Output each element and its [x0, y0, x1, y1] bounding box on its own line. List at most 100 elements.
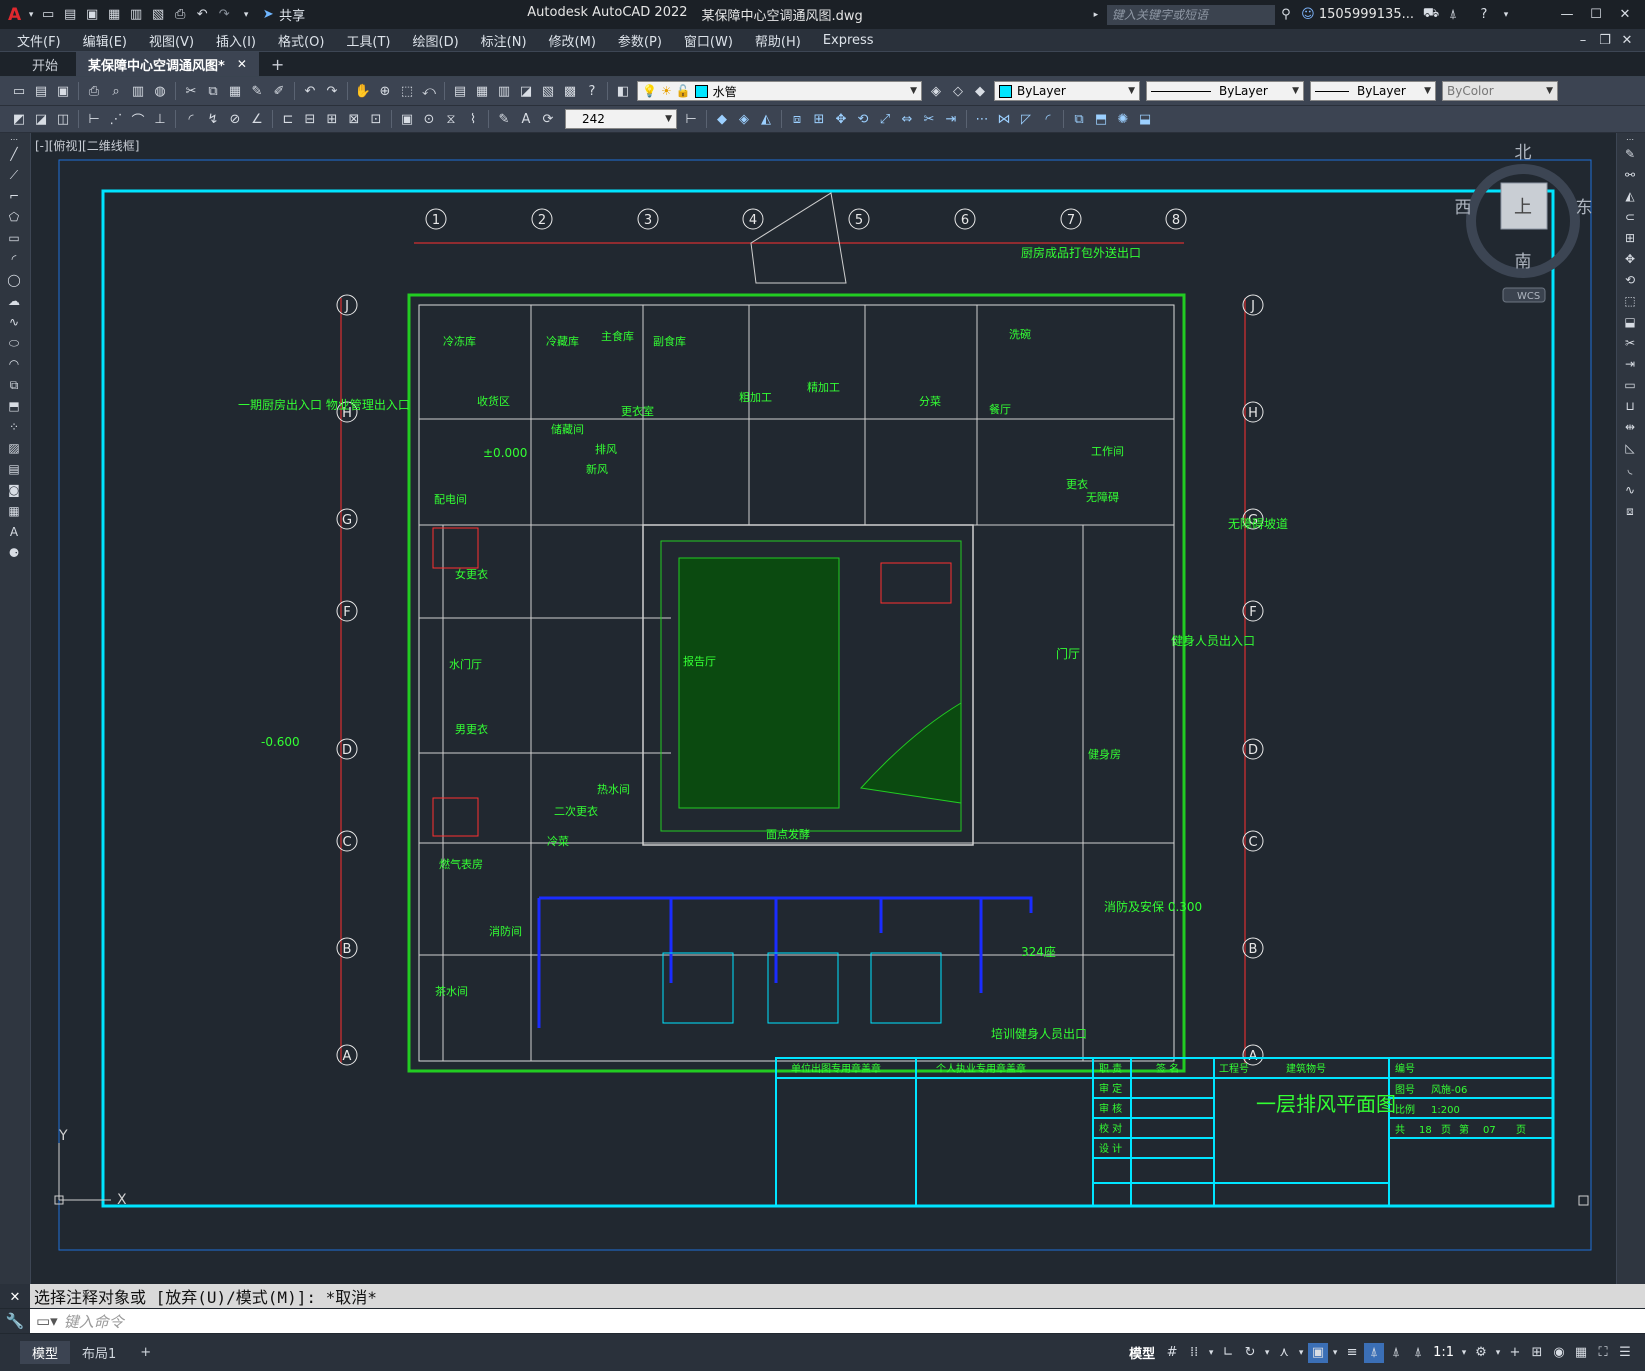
chamfer-icon[interactable]: ◸ [1016, 109, 1036, 129]
fillet-right-icon[interactable]: ◟ [1620, 460, 1640, 478]
rotate-icon[interactable]: ⟲ [853, 109, 873, 129]
snap-chevron-icon[interactable]: ▾ [1206, 1343, 1216, 1363]
layer-dropdown[interactable]: 💡 ☀ 🔓 水管 ▼ [637, 81, 922, 101]
trim-icon[interactable]: ✂ [919, 109, 939, 129]
gradient-icon[interactable]: ▤ [4, 460, 24, 478]
array-right-icon[interactable]: ⊞ [1620, 229, 1640, 247]
menu-dimension[interactable]: 标注(N) [470, 31, 538, 50]
rotate-right-icon[interactable]: ⟲ [1620, 271, 1640, 289]
move-icon[interactable]: ✥ [831, 109, 851, 129]
help-chevron-icon[interactable]: ▾ [1496, 5, 1516, 25]
dim-space-icon[interactable]: ⊠ [344, 109, 364, 129]
offset-icon[interactable]: ⧈ [787, 109, 807, 129]
calculator-icon[interactable]: ▩ [560, 81, 580, 101]
share-label[interactable]: 共享 [279, 5, 305, 24]
hatch-icon[interactable]: ▨ [4, 439, 24, 457]
command-input[interactable]: 键入命令 [64, 1311, 124, 1332]
fillet-icon[interactable]: ◜ [1038, 109, 1058, 129]
tool-palettes-icon[interactable]: ▥ [494, 81, 514, 101]
customization-icon[interactable]: ☰ [1615, 1343, 1635, 1363]
osnap-chevron-icon[interactable]: ▾ [1330, 1343, 1340, 1363]
open-web-icon[interactable]: ▥ [126, 5, 146, 25]
break-point-icon[interactable]: ▭ [1620, 376, 1640, 394]
clean-screen-icon[interactable]: ⛶ [1593, 1343, 1613, 1363]
group-icon[interactable]: ⬓ [1135, 109, 1155, 129]
command-recent-icon[interactable]: ▭▾ [36, 1312, 58, 1330]
ellipse-arc-icon[interactable]: ◠ [4, 355, 24, 373]
undo-tb-icon[interactable]: ↶ [300, 81, 320, 101]
diameter-dim-icon[interactable]: ⊘ [225, 109, 245, 129]
quick-dim-icon[interactable]: ⊏ [278, 109, 298, 129]
new-tab-button[interactable]: + [259, 52, 296, 76]
explode-right-icon[interactable]: ⧈ [1620, 502, 1640, 520]
autodesk-a360-icon[interactable]: ⍋ [1443, 5, 1463, 25]
dim-style-icon[interactable]: ⊢ [681, 109, 701, 129]
isodraft-chevron-icon[interactable]: ▾ [1296, 1343, 1306, 1363]
user-icon[interactable]: ☺ [1298, 5, 1318, 25]
properties-icon[interactable]: ▤ [450, 81, 470, 101]
cart-icon[interactable]: ⛟ [1421, 5, 1441, 25]
scale-icon[interactable]: ⤢ [875, 109, 895, 129]
tolerance-icon[interactable]: ▣ [397, 109, 417, 129]
app-menu-chevron-icon[interactable]: ▾ [26, 5, 36, 25]
mtext-icon[interactable]: A [4, 523, 24, 541]
polar-icon[interactable]: ↻ [1240, 1343, 1260, 1363]
command-close-icon[interactable]: ✕ [0, 1284, 30, 1308]
open-icon[interactable]: ▤ [31, 81, 51, 101]
extend-right-icon[interactable]: ⇥ [1620, 355, 1640, 373]
design-center-icon[interactable]: ▦ [472, 81, 492, 101]
match-prop-icon[interactable]: ✎ [247, 81, 267, 101]
units-plus-icon[interactable]: + [1505, 1343, 1525, 1363]
menu-tools[interactable]: 工具(T) [335, 31, 401, 50]
lineweight-icon[interactable]: ≡ [1342, 1343, 1362, 1363]
quick-properties-icon[interactable]: ⊞ [1527, 1343, 1547, 1363]
scale-right-icon[interactable]: ⬚ [1620, 292, 1640, 310]
publish-3d-icon[interactable]: ◍ [150, 81, 170, 101]
chamfer-right-icon[interactable]: ◺ [1620, 439, 1640, 457]
search-icon[interactable]: ⚲ [1276, 5, 1296, 25]
rectangle-icon[interactable]: ▭ [4, 229, 24, 247]
create-block-icon[interactable]: ⬒ [4, 397, 24, 415]
layer-properties-icon[interactable]: ◧ [613, 81, 633, 101]
menu-parametric[interactable]: 参数(P) [607, 31, 673, 50]
add-selected-icon[interactable]: ⚈ [4, 544, 24, 562]
offset-right-icon[interactable]: ⊂ [1620, 208, 1640, 226]
menu-help[interactable]: 帮助(H) [744, 31, 812, 50]
search-input[interactable]: 键入关键字或短语 [1106, 4, 1275, 25]
arc-icon[interactable]: ◜ [4, 250, 24, 268]
isodraft-icon[interactable]: ⋏ [1274, 1343, 1294, 1363]
dim-update-icon[interactable]: ⟳ [538, 109, 558, 129]
menu-file[interactable]: 文件(F) [6, 31, 72, 50]
inspect-icon[interactable]: ⧖ [441, 109, 461, 129]
doc-restore-icon[interactable]: ❐ [1595, 30, 1615, 50]
menu-insert[interactable]: 插入(I) [205, 31, 267, 50]
redo-tb-icon[interactable]: ↷ [322, 81, 342, 101]
copy-right-icon[interactable]: ⚯ [1620, 166, 1640, 184]
paste-icon[interactable]: ▦ [225, 81, 245, 101]
dim-text-edit-icon[interactable]: A [516, 109, 536, 129]
corner-grip[interactable] [1578, 1195, 1589, 1206]
mirror-icon[interactable]: ◭ [756, 109, 776, 129]
make-current-icon[interactable]: ◈ [926, 81, 946, 101]
aligned-dim-icon[interactable]: ⋰ [106, 109, 126, 129]
stretch-right-icon[interactable]: ⬓ [1620, 313, 1640, 331]
annotation-scale-icon[interactable]: ⍋ [1408, 1343, 1428, 1363]
trim-right-icon[interactable]: ✂ [1620, 334, 1640, 352]
open-file-icon[interactable]: ▤ [60, 5, 80, 25]
menu-window[interactable]: 窗口(W) [673, 31, 744, 50]
center-mark-icon[interactable]: ⊙ [419, 109, 439, 129]
revision-cloud-icon[interactable]: ☁ [4, 292, 24, 310]
workspace-chevron-icon[interactable]: ▾ [1493, 1343, 1503, 1363]
block-editor-icon[interactable]: ✐ [269, 81, 289, 101]
move-right-icon[interactable]: ✥ [1620, 250, 1640, 268]
doc-minimize-icon[interactable]: – [1573, 30, 1593, 50]
redo-icon[interactable]: ↷ [214, 5, 234, 25]
extend-icon[interactable]: ⇥ [941, 109, 961, 129]
annotation-visibility-icon[interactable]: ⍋ [1364, 1342, 1385, 1363]
ellipse-icon[interactable]: ⬭ [4, 334, 24, 352]
close-icon[interactable]: ✕ [1615, 5, 1635, 25]
tab-drawing[interactable]: 某保障中心空调通风图* ✕ [76, 52, 259, 76]
undo-icon[interactable]: ↶ [192, 5, 212, 25]
viewcube[interactable]: 上 北 南 东 西 WCS [1455, 143, 1593, 303]
auto-scale-icon[interactable]: ⍋ [1386, 1343, 1406, 1363]
